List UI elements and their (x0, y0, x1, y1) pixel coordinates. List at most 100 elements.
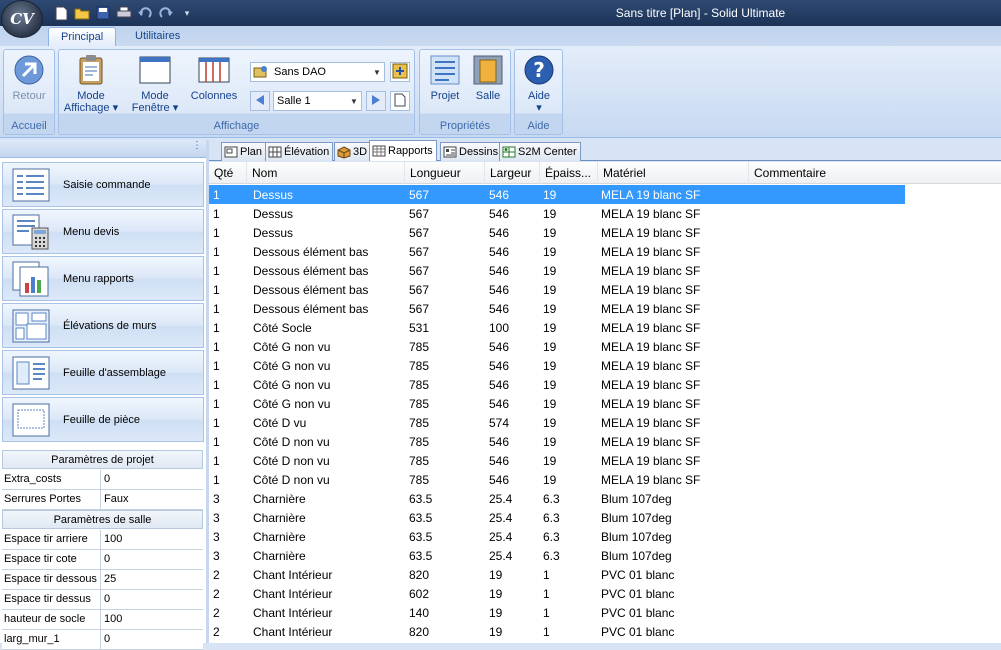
table-row[interactable]: 1 Côté Socle 531 100 19 MELA 19 blanc SF (209, 318, 1001, 337)
table-row[interactable]: 2 Chant Intérieur 602 19 1 PVC 01 blanc (209, 584, 1001, 603)
cell-epaisseur: 1 (543, 568, 550, 582)
column-header-largeur[interactable]: Largeur (485, 162, 540, 184)
cell-commentaire (754, 489, 758, 508)
mode-affichage-button[interactable]: Mode Affichage ▾ (61, 53, 121, 114)
nav-menu-rapports[interactable]: Menu rapports (2, 256, 204, 301)
param-row[interactable]: Espace tir cote 0 (2, 550, 203, 570)
param-row[interactable]: larg_mur_1 0 (2, 630, 203, 650)
cell-longueur: 63.5 (409, 511, 433, 525)
column-header-longueur[interactable]: Longueur (405, 162, 485, 184)
tab-s2m-center[interactable]: S2M Center (499, 142, 581, 161)
tab-elevation[interactable]: Élévation (265, 142, 334, 161)
param-key: larg_mur_1 (2, 630, 101, 649)
cell-nom: Côté D non vu (253, 473, 330, 487)
cell-epaisseur: 19 (543, 302, 557, 316)
cell-materiel: Blum 107deg (601, 549, 672, 563)
application-menu-button[interactable]: CV (1, 0, 43, 38)
cell-largeur: 25.4 (489, 530, 513, 544)
cell-longueur: 531 (409, 321, 430, 335)
sidebar-header: ⋮ (0, 140, 206, 158)
tab-3d[interactable]: 3D (334, 142, 372, 161)
tab-principal[interactable]: Principal (48, 27, 117, 46)
table-row[interactable]: 1 Dessous élément bas 567 546 19 MELA 19 blan… (209, 261, 1001, 280)
param-row[interactable]: Serrures Portes Faux (2, 490, 203, 510)
column-header-epaisseur[interactable]: Épaiss... (540, 162, 598, 184)
param-row[interactable]: Extra_costs 0 (2, 470, 203, 490)
retour-button[interactable]: Retour (7, 53, 51, 102)
tab-label: S2M Center (518, 146, 577, 158)
table-row[interactable]: 1 Dessus 567 546 19 MELA 19 blanc SF (209, 223, 1001, 242)
table-row[interactable]: 3 Charnière 63.5 25.4 6.3 Blum 107deg (209, 508, 1001, 527)
table-row[interactable]: 3 Charnière 63.5 25.4 6.3 Blum 107deg (209, 489, 1001, 508)
param-row[interactable]: Espace tir dessous 25 (2, 570, 203, 590)
table-row[interactable]: 1 Côté D non vu 785 546 19 MELA 19 blanc SF (209, 470, 1001, 489)
new-room-button[interactable] (390, 91, 410, 111)
tab-plan[interactable]: Plan (221, 142, 267, 161)
cell-nom: Dessus (253, 226, 294, 240)
cell-epaisseur: 19 (543, 473, 557, 487)
table-row[interactable]: 2 Chant Intérieur 820 19 1 PVC 01 blanc (209, 622, 1001, 641)
nav-feuille-piece[interactable]: Feuille de pièce (2, 397, 204, 442)
table-row[interactable]: 1 Dessus 567 546 19 MELA 19 blanc SF (209, 204, 1001, 223)
table-row[interactable]: 1 Dessous élément bas 567 546 19 MELA 19 blan… (209, 280, 1001, 299)
table-row[interactable]: 1 Côté D non vu 785 546 19 MELA 19 blanc SF (209, 451, 1001, 470)
table-row[interactable]: 1 Dessous élément bas 567 546 19 MELA 19 blan… (209, 242, 1001, 261)
cell-epaisseur: 1 (543, 587, 550, 601)
cell-largeur: 546 (489, 283, 510, 297)
param-value[interactable]: 25 (101, 570, 203, 589)
table-row[interactable]: 1 Côté G non vu 785 546 19 MELA 19 blanc SF (209, 375, 1001, 394)
projet-button[interactable]: Projet (424, 53, 466, 102)
cell-longueur: 567 (409, 264, 430, 278)
mode-fenetre-button[interactable]: Mode Fenêtre ▾ (127, 53, 183, 114)
table-row[interactable]: 1 Côté D vu 785 574 19 MELA 19 blanc SF (209, 413, 1001, 432)
tab-utilitaires[interactable]: Utilitaires (123, 27, 192, 46)
grip-icon[interactable]: ⋮ (192, 140, 202, 151)
table-row[interactable]: 1 Dessous élément bas 567 546 19 MELA 19 blan… (209, 299, 1001, 318)
nav-saisie-commande[interactable]: Saisie commande (2, 162, 204, 207)
table-row[interactable]: 1 Côté G non vu 785 546 19 MELA 19 blanc SF (209, 356, 1001, 375)
colonnes-button[interactable]: Colonnes (185, 53, 243, 102)
nav-feuille-assemblage[interactable]: Feuille d'assemblage (2, 350, 204, 395)
table-row[interactable]: 2 Chant Intérieur 820 19 1 PVC 01 blanc (209, 565, 1001, 584)
nav-elevations-murs[interactable]: Élévations de murs (2, 303, 204, 348)
tab-dessins[interactable]: Dessins (440, 142, 503, 161)
previous-room-button[interactable] (250, 91, 270, 111)
mode-fenetre-label-2-text: Fenêtre (131, 102, 170, 114)
column-header-nom[interactable]: Nom (247, 162, 405, 184)
next-room-button[interactable] (366, 91, 386, 111)
column-header-qte[interactable]: Qté (209, 162, 247, 184)
param-row[interactable]: Espace tir arriere 100 (2, 530, 203, 550)
param-row[interactable]: Espace tir dessus 0 (2, 590, 203, 610)
table-row[interactable]: 2 Chant Intérieur 140 19 1 PVC 01 blanc (209, 603, 1001, 622)
salle-button[interactable]: Salle (468, 53, 508, 102)
param-value[interactable]: 0 (101, 590, 203, 609)
table-row[interactable]: 3 Charnière 63.5 25.4 6.3 Blum 107deg (209, 527, 1001, 546)
cell-nom: Dessous élément bas (253, 245, 369, 259)
param-row[interactable]: hauteur de socle 100 (2, 610, 203, 630)
cell-longueur: 785 (409, 416, 430, 430)
table-row[interactable]: 1 Côté G non vu 785 546 19 MELA 19 blanc SF (209, 394, 1001, 413)
param-value[interactable]: Faux (101, 490, 203, 509)
table-row[interactable]: 1 Côté G non vu 785 546 19 MELA 19 blanc SF (209, 337, 1001, 356)
tab-rapports[interactable]: Rapports (369, 140, 437, 161)
cell-epaisseur: 6.3 (543, 511, 560, 525)
table-row[interactable]: 1 Dessus 567 546 19 MELA 19 blanc SF (209, 185, 905, 204)
dao-settings-icon (392, 63, 408, 82)
nav-menu-devis[interactable]: Menu devis (2, 209, 204, 254)
param-value[interactable]: 100 (101, 530, 203, 549)
param-value[interactable]: 0 (101, 470, 203, 489)
column-header-materiel[interactable]: Matériel (598, 162, 749, 184)
column-header-commentaire[interactable]: Commentaire (749, 162, 1001, 184)
nav-label: Saisie commande (63, 178, 151, 191)
dao-combo[interactable]: Sans DAO ▼ (250, 62, 385, 82)
table-row[interactable]: 3 Charnière 63.5 25.4 6.3 Blum 107deg (209, 546, 1001, 565)
table-row[interactable]: 1 Côté D non vu 785 546 19 MELA 19 blanc SF (209, 432, 1001, 451)
salle-combo[interactable]: Salle 1 ▼ (273, 91, 362, 111)
param-value[interactable]: 0 (101, 630, 203, 649)
param-value[interactable]: 100 (101, 610, 203, 629)
dao-settings-button[interactable] (390, 62, 410, 82)
aide-button[interactable]: ? Aide ▾ (518, 53, 560, 114)
nav-label: Menu devis (63, 225, 120, 238)
group-affichage: Mode Affichage ▾ Mode Fenêtre ▾ Colonnes… (58, 49, 415, 135)
param-value[interactable]: 0 (101, 550, 203, 569)
